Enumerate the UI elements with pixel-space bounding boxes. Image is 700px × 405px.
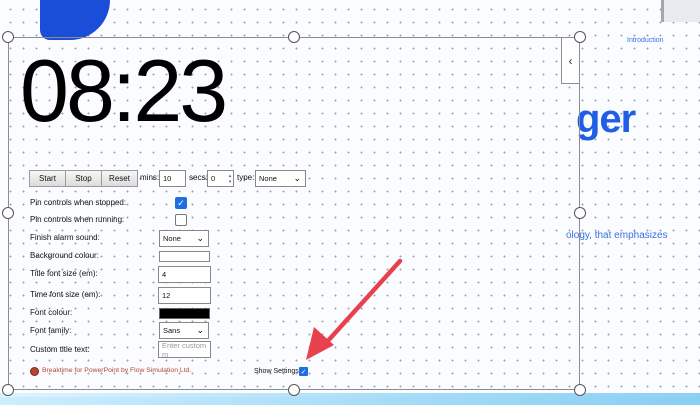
- annotation-arrow-icon: [306, 258, 403, 360]
- slide-canvas: Introduction ger ology, that emphasizes …: [0, 0, 700, 405]
